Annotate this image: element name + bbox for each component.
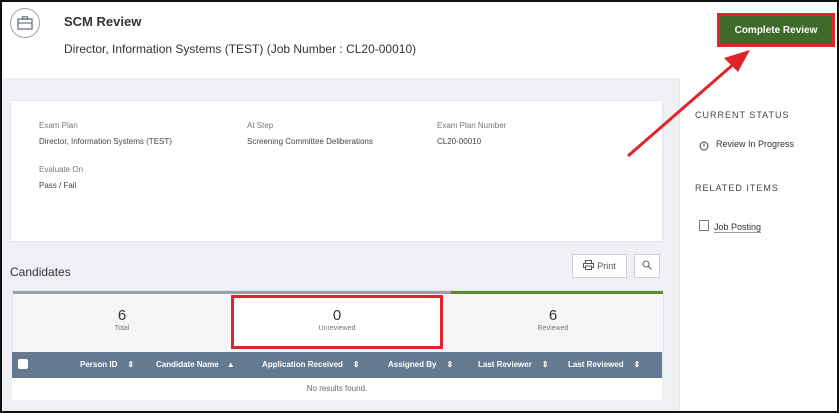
column-last-reviewer-label: Last Reviewer — [478, 360, 532, 369]
current-status-heading: CURRENT STATUS — [695, 110, 790, 120]
checkbox-icon — [699, 220, 709, 231]
tab-unreviewed-count: 0 — [332, 307, 342, 324]
tab-total-label: Total — [114, 325, 130, 332]
empty-results-message: No results found. — [306, 384, 368, 393]
print-button[interactable]: Print — [572, 254, 627, 278]
exam-plan-number-value: CL20-00010 — [437, 137, 482, 146]
exam-plan-number-label: Exam Plan Number — [437, 121, 507, 130]
evaluate-on-label: Evaluate On — [39, 165, 84, 174]
tab-unreviewed[interactable]: 0 Unreviewed — [231, 294, 443, 353]
app-frame: SCM Review Director, Information Systems… — [0, 0, 839, 413]
tab-total[interactable]: 6 Total — [13, 294, 231, 353]
sort-icon: ⇕ — [541, 360, 549, 369]
candidate-status-tabs: 6 Total 0 Unreviewed 6 Reviewed — [12, 290, 664, 354]
sort-icon: ⇕ — [633, 360, 641, 369]
column-application-received[interactable]: Application Received ⇕ — [262, 360, 360, 369]
sort-icon: ⇕ — [446, 360, 454, 369]
related-items-heading: RELATED ITEMS — [695, 183, 779, 193]
at-step-value: Screening Committee Deliberations — [247, 137, 373, 146]
column-last-reviewer[interactable]: Last Reviewer ⇕ — [478, 360, 549, 369]
evaluate-on-value: Pass / Fail — [39, 181, 77, 190]
column-last-reviewed[interactable]: Last Reviewed ⇕ — [568, 360, 640, 369]
right-sidebar: CURRENT STATUS Review In Progress RELATE… — [679, 78, 837, 411]
column-person-id[interactable]: Person ID ⇕ — [80, 360, 134, 369]
exam-details-card: Exam Plan Director, Information Systems … — [10, 100, 663, 242]
tab-reviewed-label: Reviewed — [537, 325, 569, 332]
tab-unreviewed-label: Unreviewed — [318, 325, 356, 332]
printer-icon — [583, 260, 595, 272]
job-posting-link[interactable]: Job Posting — [714, 222, 762, 233]
column-candidate-name-label: Candidate Name — [156, 360, 219, 369]
at-step-label: At Step — [247, 121, 274, 130]
column-assigned-by-label: Assigned By — [388, 360, 437, 369]
exam-plan-value: Director, Information Systems (TEST) — [39, 137, 172, 146]
tab-reviewed[interactable]: 6 Reviewed — [443, 294, 663, 353]
status-value: Review In Progress — [716, 139, 795, 149]
page-header: SCM Review Director, Information Systems… — [2, 2, 837, 78]
print-label: Print — [597, 261, 616, 271]
column-last-reviewed-label: Last Reviewed — [568, 360, 624, 369]
column-candidate-name[interactable]: Candidate Name ▲ — [156, 360, 235, 369]
search-icon — [642, 257, 652, 275]
tab-reviewed-count: 6 — [548, 307, 558, 324]
table-body: No results found. — [12, 378, 662, 400]
clock-icon — [699, 138, 709, 156]
column-application-received-label: Application Received — [262, 360, 343, 369]
page-title: SCM Review — [64, 14, 142, 29]
candidates-heading: Candidates — [10, 265, 71, 279]
column-person-id-label: Person ID — [80, 360, 118, 369]
column-assigned-by[interactable]: Assigned By ⇕ — [388, 360, 453, 369]
briefcase-icon — [10, 8, 40, 38]
sort-icon: ▲ — [226, 360, 235, 369]
sort-icon: ⇕ — [127, 360, 135, 369]
page-subtitle: Director, Information Systems (TEST) (Jo… — [64, 42, 417, 56]
search-button[interactable] — [634, 254, 660, 278]
complete-review-button[interactable]: Complete Review — [717, 13, 835, 47]
select-all-checkbox[interactable] — [18, 359, 28, 369]
table-header: Person ID ⇕ Candidate Name ▲ Application R… — [12, 352, 662, 378]
sort-icon: ⇕ — [352, 360, 360, 369]
exam-plan-label: Exam Plan — [39, 121, 78, 130]
tab-total-count: 6 — [117, 307, 127, 324]
main-content: Exam Plan Director, Information Systems … — [2, 78, 679, 411]
